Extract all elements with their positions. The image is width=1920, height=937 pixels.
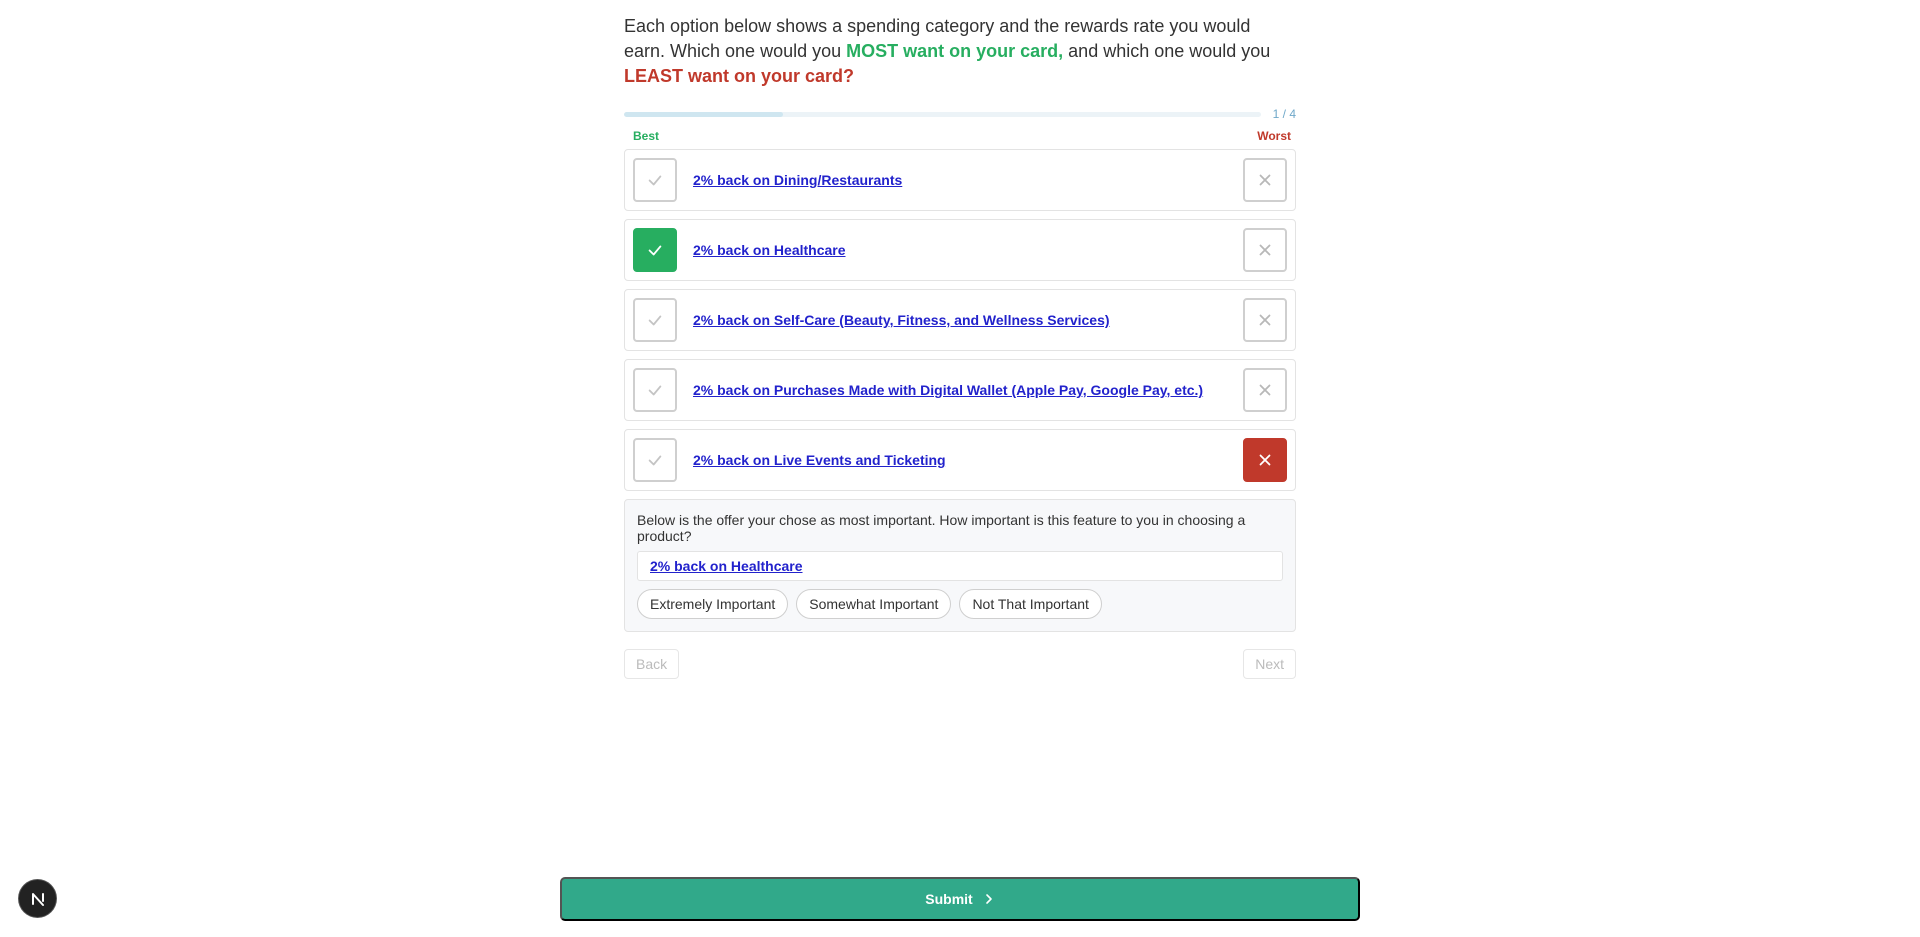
option-row: 2% back on Live Events and Ticketing	[624, 429, 1296, 491]
option-row: 2% back on Purchases Made with Digital W…	[624, 359, 1296, 421]
best-header: Best	[633, 129, 660, 143]
n-logo-glyph	[31, 892, 44, 906]
importance-panel: Below is the offer your chose as most im…	[624, 499, 1296, 632]
selected-offer[interactable]: 2% back on Healthcare	[637, 551, 1283, 581]
submit-label: Submit	[925, 891, 973, 907]
progress-fill	[624, 111, 784, 117]
close-icon	[1259, 384, 1271, 396]
best-checkbox[interactable]	[633, 368, 677, 412]
importance-choices: Extremely Important Somewhat Important N…	[637, 589, 1283, 619]
check-icon	[648, 175, 662, 186]
question-least: LEAST want on your card?	[624, 66, 855, 86]
check-icon	[648, 315, 662, 326]
progress: 1 / 4	[624, 106, 1296, 122]
progress-text: 1 / 4	[1272, 107, 1296, 121]
importance-question: Below is the offer your chose as most im…	[637, 512, 1246, 544]
survey-container: Each option below shows a spending categ…	[624, 14, 1296, 679]
close-icon	[1259, 174, 1271, 186]
worst-checkbox[interactable]	[1243, 438, 1287, 482]
submit-button[interactable]: Submit	[560, 877, 1360, 921]
importance-somewhat-button[interactable]: Somewhat Important	[796, 589, 952, 619]
option-row: 2% back on Dining/Restaurants	[624, 149, 1296, 211]
worst-header: Worst	[1257, 129, 1291, 143]
page-navigation: Back Next	[624, 649, 1296, 679]
importance-not-that-button[interactable]: Not That Important	[959, 589, 1102, 619]
back-button[interactable]: Back	[624, 649, 680, 679]
check-icon	[648, 245, 662, 256]
best-checkbox[interactable]	[633, 438, 677, 482]
worst-checkbox[interactable]	[1243, 158, 1287, 202]
best-checkbox[interactable]	[633, 298, 677, 342]
option-label[interactable]: 2% back on Purchases Made with Digital W…	[693, 382, 1243, 398]
best-checkbox[interactable]	[633, 228, 677, 272]
question-text: Each option below shows a spending categ…	[624, 14, 1296, 89]
worst-checkbox[interactable]	[1243, 298, 1287, 342]
close-icon	[1259, 314, 1271, 326]
option-row: 2% back on Self-Care (Beauty, Fitness, a…	[624, 289, 1296, 351]
question-part2: and which one would you	[1063, 41, 1271, 61]
check-icon	[648, 455, 662, 466]
question-most: MOST want on your card,	[846, 41, 1064, 61]
option-label[interactable]: 2% back on Healthcare	[693, 242, 1243, 258]
best-checkbox[interactable]	[633, 158, 677, 202]
option-label[interactable]: 2% back on Dining/Restaurants	[693, 172, 1243, 188]
check-icon	[648, 385, 662, 396]
option-label[interactable]: 2% back on Self-Care (Beauty, Fitness, a…	[693, 312, 1243, 328]
worst-checkbox[interactable]	[1243, 228, 1287, 272]
option-label[interactable]: 2% back on Live Events and Ticketing	[693, 452, 1243, 468]
option-row: 2% back on Healthcare	[624, 219, 1296, 281]
worst-checkbox[interactable]	[1243, 368, 1287, 412]
close-icon	[1259, 454, 1271, 466]
close-icon	[1259, 244, 1271, 256]
chevron-right-icon	[985, 894, 992, 904]
next-button[interactable]: Next	[1243, 649, 1296, 679]
column-headers: Best Worst	[624, 129, 1296, 143]
n-logo-icon[interactable]	[19, 880, 56, 917]
progress-bar	[624, 111, 1261, 117]
importance-extremely-button[interactable]: Extremely Important	[637, 589, 789, 619]
options-list: 2% back on Dining/Restaurants 2% back on…	[624, 149, 1296, 491]
